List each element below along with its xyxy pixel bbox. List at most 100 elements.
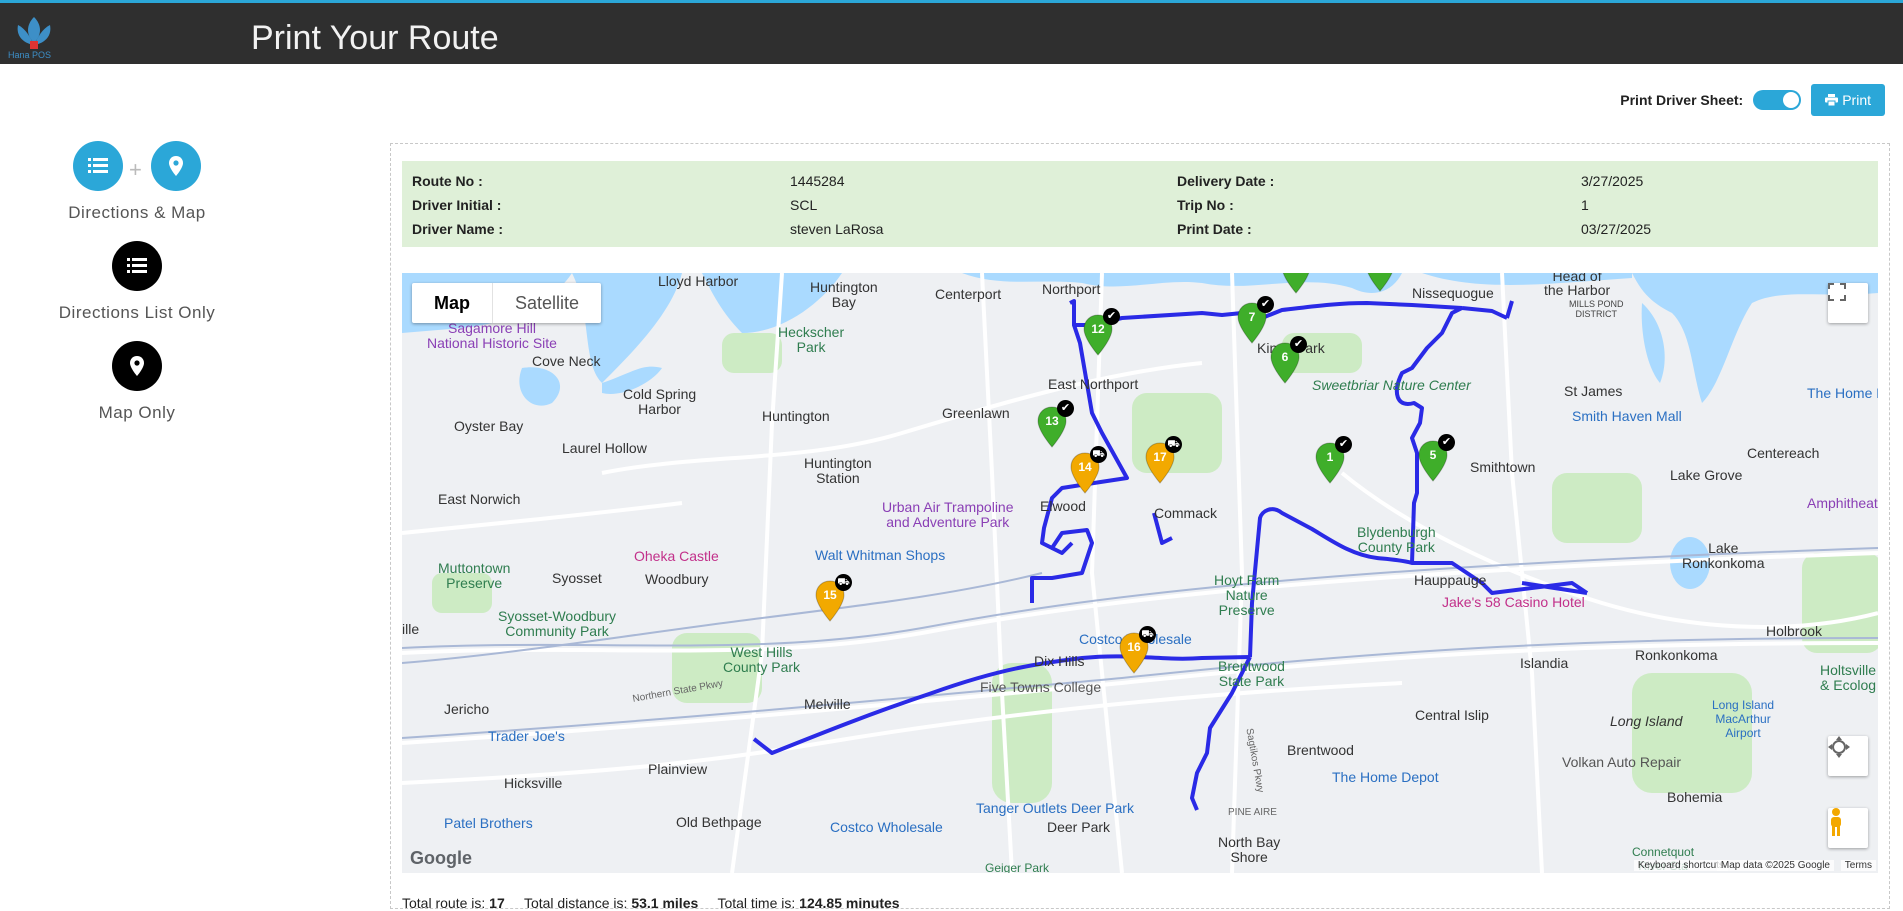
road: [1500, 273, 1544, 873]
stop-pin[interactable]: 5 ✔: [1418, 434, 1455, 482]
map-label: Huntington Bay: [810, 279, 878, 310]
map-label: St James: [1564, 383, 1623, 399]
camera-control-button[interactable]: [1828, 736, 1868, 776]
route-no-value: 1445284: [790, 173, 845, 189]
stop-pin[interactable]: 10✔: [1365, 273, 1395, 292]
stop-pin[interactable]: 1 ✔: [1315, 436, 1352, 484]
stop-pin[interactable]: 12 ✔: [1083, 308, 1120, 356]
road: [402, 501, 683, 535]
page-title: Print Your Route: [251, 19, 499, 57]
street-view-pegman[interactable]: [1828, 808, 1868, 848]
print-driver-sheet-label: Print Driver Sheet:: [1620, 92, 1744, 108]
fullscreen-button[interactable]: [1828, 283, 1868, 323]
tab-satellite[interactable]: Satellite: [493, 283, 601, 323]
driver-sheet-toggle[interactable]: [1753, 90, 1802, 110]
map-label: Melville: [804, 696, 851, 712]
map-label: Smithtown: [1470, 459, 1536, 475]
map-label: Huntington: [762, 408, 830, 424]
check-icon: ✔: [1103, 308, 1120, 325]
map-label: Muttontown Preserve: [438, 560, 511, 591]
map-label: Blydenburgh County Park: [1357, 524, 1436, 555]
water-body: [1641, 303, 1665, 383]
route-info-box: Route No : 1445284 Driver Initial : SCL …: [402, 161, 1878, 247]
list-icon[interactable]: [112, 241, 162, 291]
truck-icon: ⛟: [1090, 446, 1107, 463]
stop-pin[interactable]: 15 ⛟: [815, 574, 852, 622]
toggle-knob: [1783, 92, 1800, 108]
stop-pin[interactable]: 13 ✔: [1037, 400, 1074, 448]
trip-no-label: Trip No :: [1177, 197, 1234, 213]
map-label: Five Towns College: [980, 679, 1102, 695]
map-label: North Bay Shore: [1218, 834, 1281, 865]
stop-pin[interactable]: 14 ⛟: [1070, 446, 1107, 494]
print-controls: Print Driver Sheet: Print: [1620, 84, 1885, 116]
stop-pin[interactable]: 16 ⛟: [1119, 626, 1156, 674]
option-label: Directions & Map: [68, 203, 206, 222]
map-label: Jericho: [444, 701, 490, 717]
map-label: Jake's 58 Casino Hotel: [1442, 594, 1585, 610]
map-label: Long Island MacArthur Airport: [1712, 698, 1775, 740]
map-label: The Home Depot: [1332, 769, 1439, 785]
move-arrows-icon: [1828, 736, 1850, 758]
water-body: [519, 367, 561, 406]
map-canvas: [402, 273, 1878, 873]
map-attribution: Map data ©2025 Google: [1716, 860, 1834, 871]
map-label: Hicksville: [504, 775, 563, 791]
truck-icon: ⛟: [1165, 436, 1182, 453]
map-label: Long Island: [1610, 713, 1683, 729]
map-label: Brentwood State Park: [1218, 658, 1285, 689]
map-label: Hoyt Farm Nature Preserve: [1214, 572, 1280, 618]
check-icon: ✔: [1335, 436, 1352, 453]
printer-icon: [1825, 94, 1839, 106]
driver-name-value: steven LaRosa: [790, 221, 884, 237]
map-label: Greenlawn: [942, 405, 1010, 421]
map-label: Lloyd Harbor: [658, 273, 739, 289]
stop-pin[interactable]: 17 ⛟: [1145, 436, 1182, 484]
map-label: Commack: [1154, 505, 1218, 521]
map-label: Laurel Hollow: [562, 440, 647, 456]
check-icon: ✔: [1257, 296, 1274, 313]
option-directions-list-only[interactable]: Directions List Only: [52, 241, 222, 323]
map-label: Lake Ronkonkoma: [1682, 540, 1765, 571]
map-label: Holbrook: [1766, 623, 1823, 639]
map-label: MILLS POND DISTRICT: [1569, 299, 1624, 319]
route-map[interactable]: Lloyd Harbor Huntington Bay Centerport N…: [402, 273, 1878, 873]
map-pin-icon[interactable]: [151, 141, 201, 191]
option-map-only[interactable]: Map Only: [52, 341, 222, 423]
stop-pin[interactable]: 7 ✔: [1237, 296, 1274, 344]
terms-link[interactable]: Terms: [1840, 860, 1876, 871]
map-pin-icon[interactable]: [112, 341, 162, 391]
tab-map[interactable]: Map: [412, 283, 493, 323]
map-label: Smith Haven Mall: [1572, 408, 1682, 424]
map-type-toggle: Map Satellite: [412, 283, 602, 323]
map-label: Centereach: [1747, 445, 1820, 461]
map-label: Cove Neck: [532, 353, 601, 369]
driver-initial-value: SCL: [790, 197, 818, 213]
map-label: Oyster Bay: [454, 418, 524, 434]
delivery-date-label: Delivery Date :: [1177, 173, 1275, 189]
list-icon[interactable]: [73, 141, 123, 191]
stop-pin[interactable]: 6 ✔: [1270, 336, 1307, 384]
map-label: Amphitheat: [1807, 495, 1878, 511]
map-label: Ronkonkoma: [1635, 647, 1718, 663]
map-label: Syosset-Woodbury Community Park: [498, 608, 617, 639]
google-logo: Google: [410, 848, 472, 868]
map-label: Tanger Outlets Deer Park: [976, 800, 1134, 816]
map-label: Islandia: [1520, 655, 1569, 671]
check-icon: ✔: [1290, 336, 1307, 353]
map-label: Bohemia: [1667, 789, 1723, 805]
pegman-icon: [1831, 808, 1841, 836]
map-label: Holtsville & Ecolog: [1820, 662, 1877, 693]
map-label: PINE AIRE: [1228, 807, 1277, 818]
map-label: Plainview: [648, 761, 708, 777]
map-label: Oheka Castle: [634, 548, 719, 564]
water-body: [962, 273, 1402, 293]
map-label: Nissequogue: [1412, 285, 1494, 301]
stop-pin[interactable]: 9✔: [1281, 273, 1311, 294]
map-label: Urban Air Trampoline and Adventure Park: [882, 499, 1014, 530]
print-button[interactable]: Print: [1811, 84, 1885, 116]
map-label: Hauppauge: [1414, 572, 1487, 588]
map-label: Northport: [1042, 281, 1101, 297]
keyboard-shortcuts-link[interactable]: Keyboard shortcuts: [1633, 860, 1728, 871]
option-label: Map Only: [98, 403, 176, 422]
